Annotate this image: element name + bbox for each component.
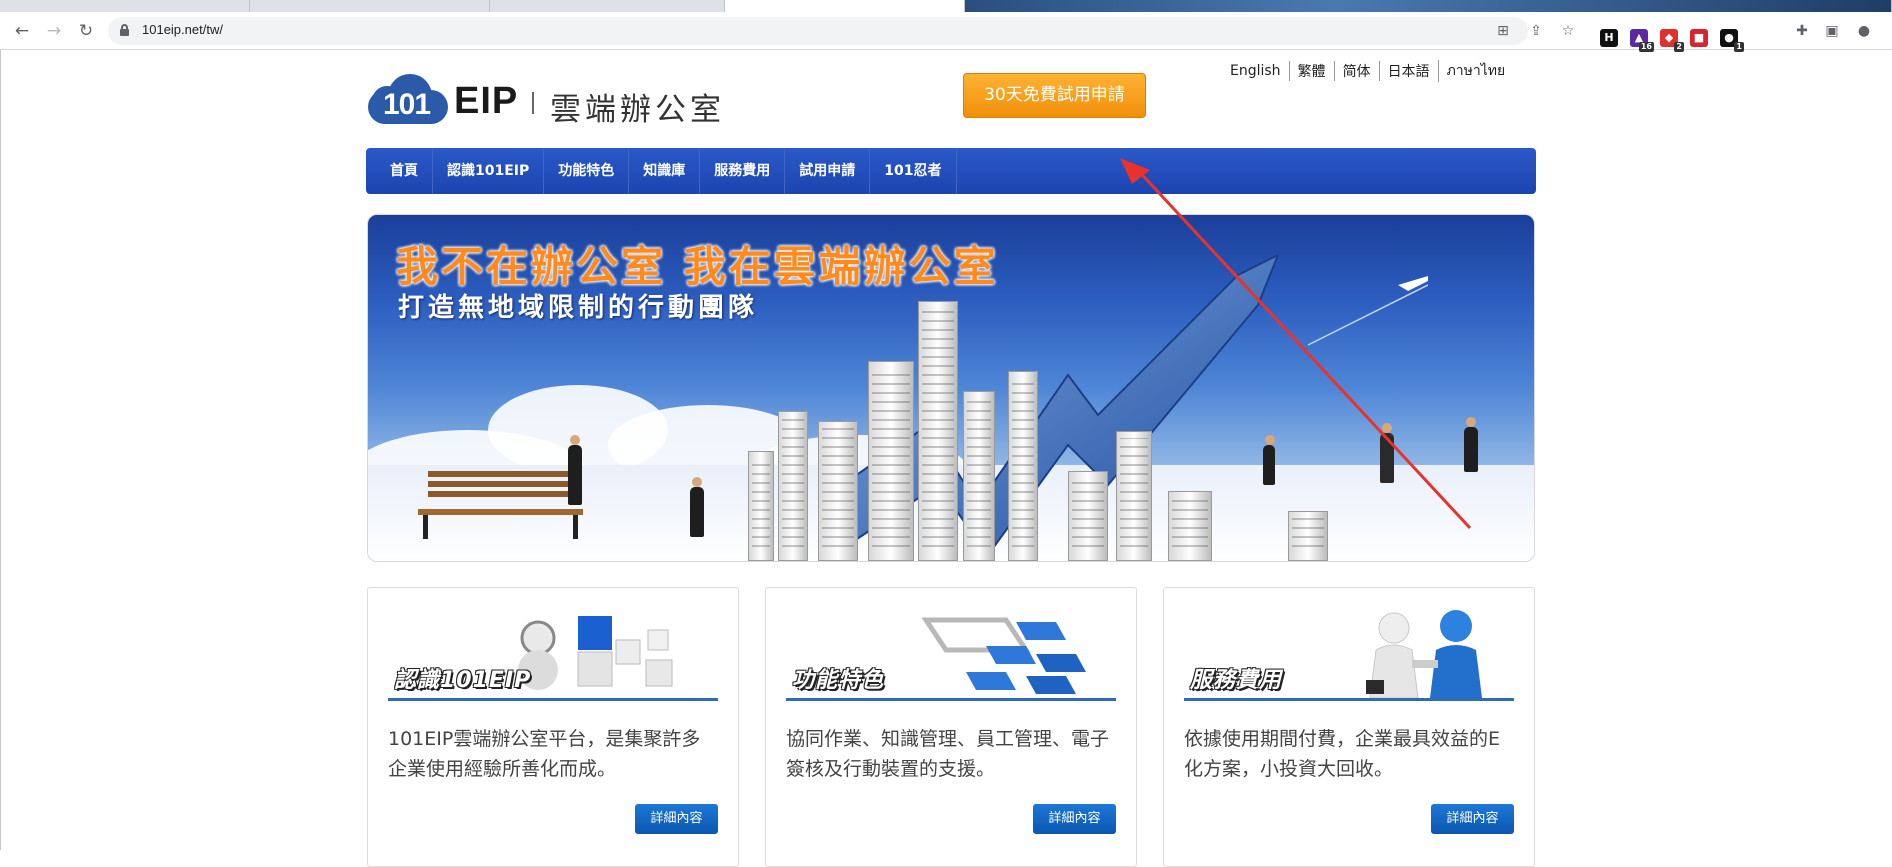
card-description: 協同作業、知識管理、員工管理、電子簽核及行動裝置的支援。 [786,728,1110,780]
businessman-figure [568,435,582,505]
worker-figure [1263,435,1275,485]
graduation-extension-icon[interactable]: ▲ 16 [1630,29,1654,52]
browser-tab[interactable] [0,0,250,12]
details-button[interactable]: 詳細內容 [1431,804,1514,834]
back-icon[interactable]: ← [11,20,33,42]
card-features: 功能特色 協同作業、知識管理、員工管理、電子簽核及行動裝置的支援。 詳細內容 [765,587,1137,867]
browser-toolbar: ← → ↻ 101eip.net/tw/ ⊞ ⇪ ☆ H ▲ 16 ◆ 2 ■ ● 1 ✚ ▣… [0,12,1892,52]
nav-ninja[interactable]: 101忍者 [870,148,957,194]
card-art: 功能特色 [786,610,1116,702]
cloud-logo-icon: 101 [366,72,450,124]
red-extension-icon[interactable]: ◆ 2 [1660,29,1684,52]
lock-icon[interactable] [120,24,129,36]
card-title: 服務費用 [1190,668,1283,693]
lang-simplified-chinese[interactable]: 简体 [1333,61,1379,81]
card-description: 依據使用期間付費，企業最具效益的E化方案，小投資大回收。 [1184,728,1501,780]
side-panel-icon[interactable]: ▣ [1824,23,1840,39]
nav-knowledge-base[interactable]: 知識庫 [629,148,701,194]
nav-features[interactable]: 功能特色 [544,148,630,194]
card-title: 認識101EIP [394,668,532,693]
lang-japanese[interactable]: 日本語 [1378,61,1438,81]
profile-avatar-icon[interactable]: ● [1856,23,1872,39]
site-logo[interactable]: 101 EIP 雲端辦公室 [366,70,736,128]
lang-thai[interactable]: ภาษาไทย [1437,60,1514,82]
logo-number: 101 [383,88,431,121]
honey-extension-icon[interactable]: H [1600,29,1618,47]
translate-icon[interactable]: ⊞ [1495,23,1511,39]
extension-badge: 2 [1674,42,1684,52]
lang-english[interactable]: English [1222,63,1289,79]
share-icon[interactable]: ⇪ [1528,23,1544,39]
hero-subheadline: 打造無地域限制的行動團隊 [398,293,759,323]
card-description: 101EIP雲端辦公室平台，是集聚許多企業使用經驗所善化而成。 [388,728,701,780]
logo-tagline: 雲端辦公室 [550,92,725,128]
window-edge [0,50,1,850]
businessman-figure [690,477,704,537]
url-text[interactable]: 101eip.net/tw/ [142,22,223,37]
card-art: 認識101EIP [388,610,718,702]
address-bar[interactable]: 101eip.net/tw/ ⊞ [108,17,1528,45]
card-title: 功能特色 [792,668,885,693]
language-switcher: English 繁體 简体 日本語 ภาษาไทย [1222,60,1514,82]
browser-tab-strip [0,0,1892,12]
extension-badge: 16 [1638,42,1654,52]
nav-about[interactable]: 認識101EIP [433,148,545,194]
browser-tab[interactable] [250,0,490,12]
forward-icon[interactable]: → [43,20,65,42]
businesswoman-figure [1464,417,1478,472]
extension-badge: 1 [1734,42,1744,52]
hero-banner[interactable]: 我不在辦公室 我在雲端辦公室 打造無地域限制的行動團隊 [367,214,1535,562]
bench-graphic [418,471,583,539]
card-about: 認識101EIP 101EIP雲端辦公室平台，是集聚許多企業使用經驗所善化而成。… [367,587,739,867]
logo-brand: EIP [454,80,519,122]
hero-headline: 我不在辦公室 我在雲端辦公室 [396,242,999,291]
free-trial-button[interactable]: 30天免費試用申請 [963,73,1146,118]
lang-traditional-chinese[interactable]: 繁體 [1288,61,1334,81]
nav-trial[interactable]: 試用申請 [785,148,871,194]
card-pricing: 服務費用 依據使用期間付費，企業最具效益的E化方案，小投資大回收。 詳細內容 [1163,587,1535,867]
card-art: 服務費用 [1184,610,1514,702]
browser-tab[interactable] [490,0,725,12]
main-nav: 首頁 認識101EIP 功能特色 知識庫 服務費用 試用申請 101忍者 [366,148,1536,194]
details-button[interactable]: 詳細內容 [635,804,718,834]
browser-tab-active[interactable] [725,0,965,12]
reload-icon[interactable]: ↻ [75,20,97,42]
dark-extension-icon[interactable]: ● 1 [1720,29,1744,52]
details-button[interactable]: 詳細內容 [1033,804,1116,834]
nav-home[interactable]: 首頁 [366,148,433,194]
extensions-puzzle-icon[interactable]: ✚ [1794,23,1810,39]
businesswoman-figure [1380,423,1394,483]
nav-pricing[interactable]: 服務費用 [700,148,786,194]
bookmark-star-icon[interactable]: ☆ [1560,23,1576,39]
logo-divider [532,92,534,114]
shield-extension-icon[interactable]: ■ [1690,29,1708,47]
browser-tab[interactable] [965,0,1892,12]
